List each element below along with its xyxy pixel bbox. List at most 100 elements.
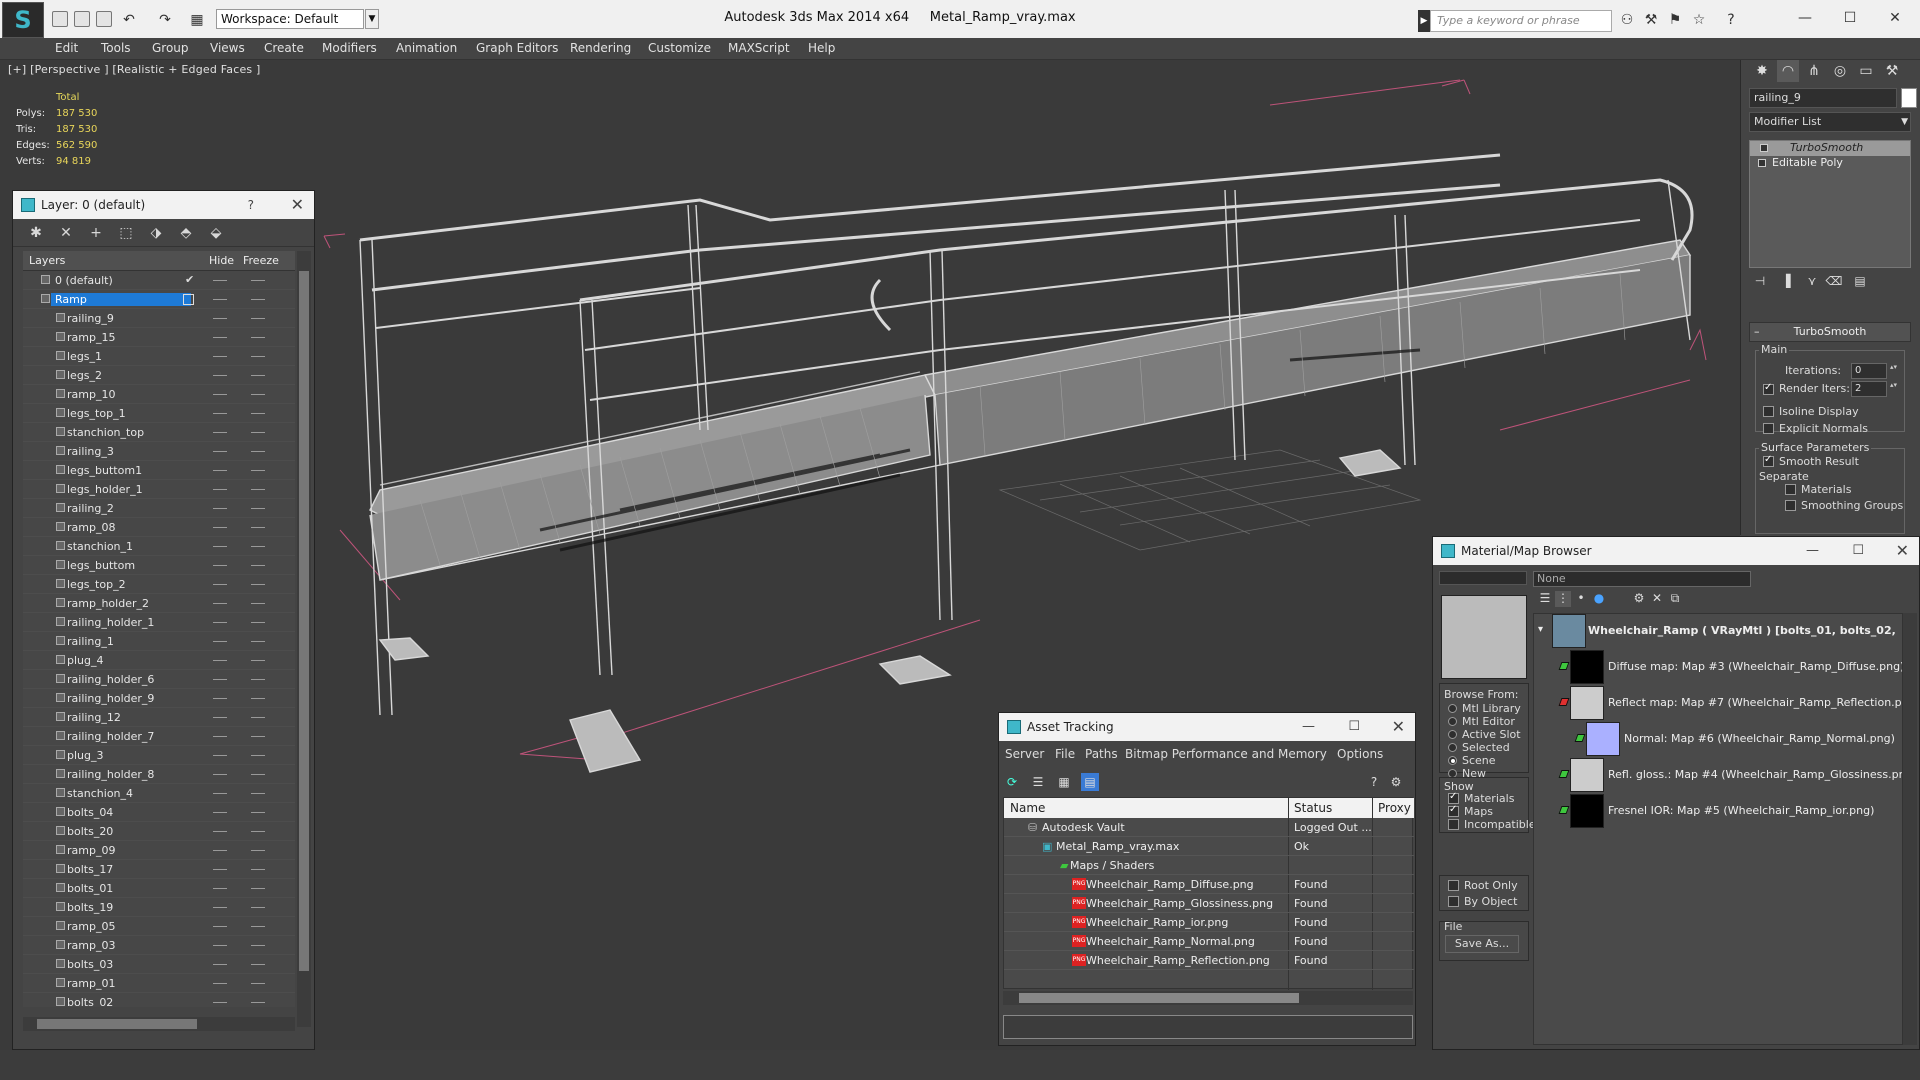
freeze-toggle[interactable] [251, 964, 265, 965]
hide-toggle[interactable] [213, 736, 227, 737]
freeze-toggle[interactable] [251, 641, 265, 642]
object-row[interactable]: legs_top_2 [23, 575, 295, 594]
highlight-layer-icon[interactable]: ⬗ [147, 224, 165, 242]
create-tab-icon[interactable]: ✸ [1751, 60, 1773, 82]
expand-icon[interactable] [1758, 159, 1766, 167]
object-row[interactable]: stanchion_top [23, 423, 295, 442]
horizontal-scrollbar[interactable] [1003, 991, 1413, 1005]
freeze-toggle[interactable] [251, 489, 265, 490]
table-view-icon[interactable]: ▤ [1081, 773, 1099, 791]
scroll-thumb[interactable] [299, 271, 309, 971]
favorites-star-icon[interactable]: ☆ [1690, 11, 1708, 29]
object-color-swatch[interactable] [1901, 88, 1917, 108]
material-name[interactable]: Wheelchair_Ramp ( VRayMtl ) [bolts_01, b… [1588, 624, 1896, 637]
viewport-label[interactable]: [+] [Perspective ] [Realistic + Edged Fa… [8, 63, 261, 76]
freeze-toggle[interactable] [251, 413, 265, 414]
freeze-toggle[interactable] [251, 622, 265, 623]
hide-toggle[interactable] [213, 299, 227, 300]
modify-tab-icon[interactable]: ◠ [1777, 60, 1799, 82]
layer-manager-titlebar[interactable]: Layer: 0 (default)? ✕ [13, 191, 314, 219]
col-layers[interactable]: Layers [29, 254, 65, 267]
freeze-toggle[interactable] [251, 470, 265, 471]
hide-toggle[interactable] [213, 546, 227, 547]
project-folder-icon[interactable]: ▦ [188, 11, 206, 29]
open-file-icon[interactable] [74, 11, 90, 27]
freeze-toggle[interactable] [251, 394, 265, 395]
save-as-button[interactable]: Save As... [1445, 935, 1519, 953]
menu-group[interactable]: Group [152, 41, 189, 55]
asset-row[interactable]: PNG Wheelchair_Ramp_Diffuse.png Found [1004, 875, 1414, 894]
object-row[interactable]: ramp_03 [23, 936, 295, 955]
help-icon[interactable]: ? [1365, 773, 1383, 791]
isoline-display-checkbox[interactable] [1763, 406, 1774, 417]
app-menu-button[interactable]: S [2, 2, 44, 38]
copy-icon[interactable]: ⧉ [1667, 591, 1683, 607]
hide-toggle[interactable] [213, 945, 227, 946]
render-iters-checkbox[interactable] [1763, 382, 1774, 395]
freeze-toggle[interactable] [251, 983, 265, 984]
hide-toggle[interactable] [213, 831, 227, 832]
freeze-toggle[interactable] [251, 565, 265, 566]
lightbulb-icon[interactable] [1760, 144, 1768, 152]
freeze-toggle[interactable] [251, 375, 265, 376]
hide-toggle[interactable] [213, 584, 227, 585]
show-end-result-icon[interactable]: ▐ [1777, 274, 1795, 292]
object-row[interactable]: railing_holder_1 [23, 613, 295, 632]
freeze-toggle[interactable] [251, 926, 265, 927]
object-row[interactable]: railing_3 [23, 442, 295, 461]
asset-row[interactable]: PNG Wheelchair_Ramp_Glossiness.png Found [1004, 894, 1414, 913]
hide-toggle[interactable] [213, 660, 227, 661]
minimize-icon[interactable]: — [1806, 537, 1819, 565]
dot-icon[interactable]: • [1573, 591, 1589, 607]
freeze-toggle[interactable] [251, 945, 265, 946]
hide-toggle[interactable] [213, 964, 227, 965]
list-icon[interactable]: ☰ [1029, 773, 1047, 791]
hide-toggle[interactable] [213, 527, 227, 528]
object-row[interactable]: stanchion_4 [23, 784, 295, 803]
search-by-name-field[interactable] [1439, 571, 1527, 585]
motion-tab-icon[interactable]: ◎ [1829, 60, 1851, 82]
menu-file[interactable]: File [1055, 747, 1075, 761]
vertical-scrollbar[interactable] [297, 251, 311, 1027]
redo-icon[interactable]: ↷ [156, 11, 174, 29]
search-expand-icon[interactable]: ▶ [1418, 10, 1430, 32]
scroll-thumb[interactable] [37, 1019, 197, 1029]
options-icon[interactable]: ⚙ [1631, 591, 1647, 607]
turbosmooth-rollout-header[interactable]: – TurboSmooth [1749, 322, 1911, 342]
thumbnail-icon[interactable]: ▦ [1055, 773, 1073, 791]
freeze-toggle[interactable] [251, 907, 265, 908]
hide-toggle[interactable] [213, 432, 227, 433]
hide-toggle[interactable] [213, 565, 227, 566]
freeze-toggle[interactable] [251, 508, 265, 509]
object-row[interactable]: ramp_09 [23, 841, 295, 860]
settings-icon[interactable]: ⚙ [1387, 773, 1405, 791]
object-row[interactable]: bolts_01 [23, 879, 295, 898]
explicit-normals-checkbox[interactable] [1763, 423, 1774, 434]
hide-toggle[interactable] [213, 280, 227, 281]
freeze-toggle[interactable] [251, 812, 265, 813]
asset-tracking-titlebar[interactable]: Asset Tracking — ☐ ✕ [999, 713, 1415, 741]
object-row[interactable]: ramp_01 [23, 974, 295, 993]
minimize-button[interactable]: — [1785, 6, 1825, 30]
subscription-icon[interactable]: ⚒ [1642, 11, 1660, 29]
search-input[interactable]: Type a keyword or phrase [1430, 10, 1612, 32]
remove-modifier-icon[interactable]: ⌫ [1825, 274, 1843, 292]
collapse-icon[interactable]: ▾ [1538, 624, 1543, 635]
hide-toggle[interactable] [213, 869, 227, 870]
object-row[interactable]: legs_buttom1 [23, 461, 295, 480]
show-checkbox[interactable] [1448, 819, 1459, 830]
col-hide[interactable]: Hide [209, 254, 234, 267]
map-thumbnail[interactable] [1570, 794, 1604, 828]
object-row[interactable]: ramp_08 [23, 518, 295, 537]
refresh-icon[interactable]: ⟳ [1003, 773, 1021, 791]
iterations-spinner[interactable]: 0 [1851, 363, 1898, 379]
object-row[interactable]: ramp_15 [23, 328, 295, 347]
map-thumbnail[interactable] [1570, 686, 1604, 720]
hide-toggle[interactable] [213, 508, 227, 509]
asset-row[interactable]: ▣ Metal_Ramp_vray.max Ok [1004, 837, 1414, 856]
object-row[interactable]: ramp_10 [23, 385, 295, 404]
freeze-all-icon[interactable]: ⬙ [207, 224, 225, 242]
freeze-toggle[interactable] [251, 356, 265, 357]
hide-toggle[interactable] [213, 394, 227, 395]
hide-toggle[interactable] [213, 755, 227, 756]
